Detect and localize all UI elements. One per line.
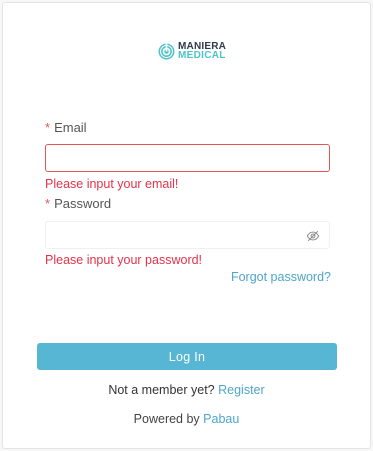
- logo-mark-icon: [158, 42, 175, 59]
- brand-logo: MANIERA MEDICAL: [158, 42, 226, 61]
- email-required-mark: *: [45, 120, 51, 135]
- password-label-text: Password: [54, 196, 112, 211]
- pabau-link[interactable]: Pabau: [203, 412, 239, 426]
- forgot-password-link[interactable]: Forgot password?: [231, 270, 331, 284]
- eye-slash-icon[interactable]: [306, 229, 320, 243]
- password-field-wrapper: [45, 221, 330, 249]
- logo-text: MANIERA MEDICAL: [178, 42, 226, 61]
- powered-by: Powered by Pabau: [0, 412, 373, 426]
- email-error-message: Please input your email!: [45, 177, 179, 191]
- member-prompt-text: Not a member yet?: [108, 383, 215, 397]
- password-required-mark: *: [45, 196, 51, 211]
- email-field[interactable]: [45, 144, 330, 172]
- register-prompt: Not a member yet? Register: [0, 383, 373, 397]
- password-label: * Password: [45, 196, 111, 211]
- password-error-message: Please input your password!: [45, 253, 203, 267]
- brand-name-line2: MEDICAL: [178, 50, 226, 61]
- email-label: * Email: [45, 120, 87, 135]
- email-label-text: Email: [54, 120, 87, 135]
- password-field[interactable]: [46, 222, 329, 248]
- login-button[interactable]: Log In: [37, 343, 337, 370]
- powered-by-text: Powered by: [133, 412, 200, 426]
- register-link[interactable]: Register: [218, 383, 265, 397]
